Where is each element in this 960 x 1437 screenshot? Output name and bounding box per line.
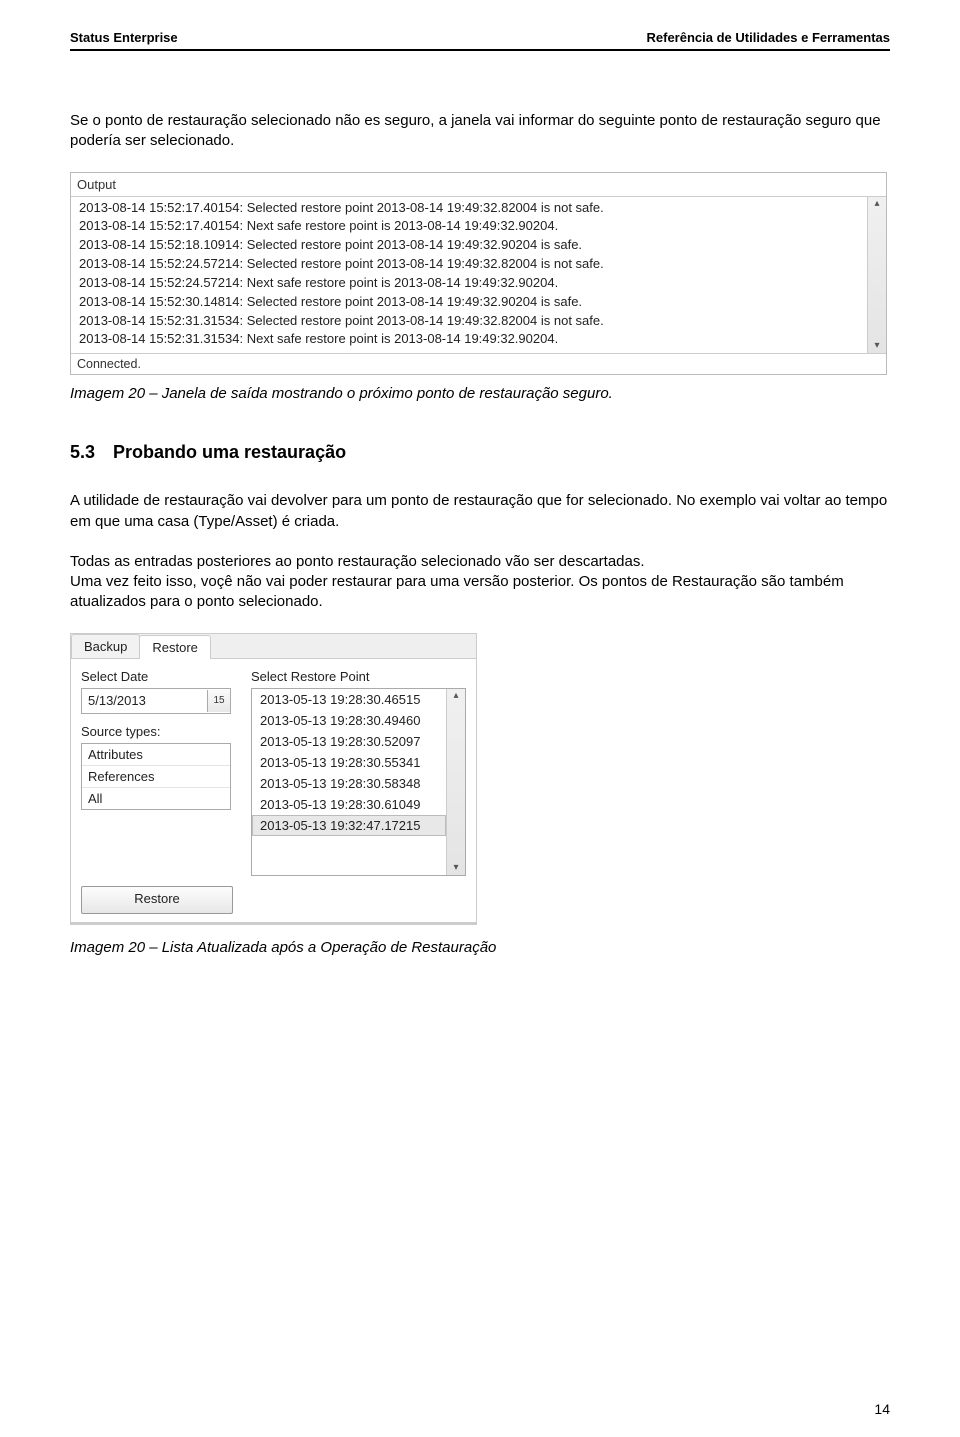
date-value: 5/13/2013 [82,693,207,708]
tab-bar: Backup Restore [71,634,476,659]
restore-point-item[interactable]: 2013-05-13 19:28:30.55341 [252,752,446,773]
output-scrollbar[interactable]: ▴ ▾ [867,197,886,354]
output-panel-title: Output [71,173,886,196]
select-date-label: Select Date [81,669,231,684]
header-right: Referência de Utilidades e Ferramentas [647,30,891,45]
restore-point-item[interactable]: 2013-05-13 19:28:30.61049 [252,794,446,815]
output-log-lines: 2013-08-14 15:52:17.40154: Selected rest… [71,197,886,354]
page-header: Status Enterprise Referência de Utilidad… [70,30,890,51]
chevron-up-icon: ▴ [453,689,458,703]
output-panel-screenshot: Output 2013-08-14 15:52:17.40154: Select… [70,172,887,376]
output-line: 2013-08-14 15:52:31.31534: Selected rest… [79,312,878,331]
panel-divider [71,922,476,924]
restore-points-listbox[interactable]: 2013-05-13 19:28:30.46515 2013-05-13 19:… [252,689,446,875]
paragraph-3: Todas as entradas posteriores ao ponto r… [70,552,890,613]
restore-point-item-selected[interactable]: 2013-05-13 19:32:47.17215 [252,815,446,836]
restore-button[interactable]: Restore [81,886,233,914]
source-option-references[interactable]: References [82,766,230,788]
header-left: Status Enterprise [70,30,178,45]
section-number: 5.3 [70,442,108,463]
source-option-all[interactable]: All [82,788,230,809]
page-number: 14 [874,1401,890,1417]
source-option-attributes[interactable]: Attributes [82,744,230,766]
restore-panel-screenshot: Backup Restore Select Date 5/13/2013 15 … [70,633,477,925]
section-heading: 5.3 Probando uma restauração [70,442,890,463]
select-restore-point-label: Select Restore Point [251,669,466,684]
source-types-label: Source types: [81,724,231,739]
tab-restore[interactable]: Restore [139,635,211,659]
paragraph-intro: Se o ponto de restauração selecionado nã… [70,111,890,152]
tab-backup[interactable]: Backup [71,634,140,658]
paragraph-3-line1: Todas as entradas posteriores ao ponto r… [70,553,645,570]
date-picker[interactable]: 5/13/2013 15 [81,688,231,714]
output-line: 2013-08-14 15:52:30.14814: Selected rest… [79,293,878,312]
paragraph-2: A utilidade de restauração vai devolver … [70,491,890,532]
output-line: 2013-08-14 15:52:24.57214: Selected rest… [79,255,878,274]
restore-point-item[interactable]: 2013-05-13 19:28:30.49460 [252,710,446,731]
restore-points-scrollbar[interactable]: ▴ ▾ [446,689,465,875]
chevron-down-icon: ▾ [874,339,879,353]
section-title: Probando uma restauração [113,442,346,462]
output-line: 2013-08-14 15:52:17.40154: Selected rest… [79,199,878,218]
output-status-bar: Connected. [71,353,886,374]
calendar-icon[interactable]: 15 [207,690,230,712]
restore-point-item[interactable]: 2013-05-13 19:28:30.58348 [252,773,446,794]
restore-point-item[interactable]: 2013-05-13 19:28:30.46515 [252,689,446,710]
figure-caption-1: Imagem 20 – Janela de saída mostrando o … [70,385,890,402]
output-line: 2013-08-14 15:52:31.31534: Next safe res… [79,330,878,349]
figure-caption-2: Imagem 20 – Lista Atualizada após a Oper… [70,939,890,956]
source-types-listbox[interactable]: Attributes References All [81,743,231,810]
output-line: 2013-08-14 15:52:17.40154: Next safe res… [79,217,878,236]
output-line: 2013-08-14 15:52:24.57214: Next safe res… [79,274,878,293]
chevron-down-icon: ▾ [453,861,458,875]
chevron-up-icon: ▴ [874,197,879,211]
output-line: 2013-08-14 15:52:18.10914: Selected rest… [79,236,878,255]
restore-point-item[interactable]: 2013-05-13 19:28:30.52097 [252,731,446,752]
paragraph-3-line2: Uma vez feito isso, voçê não vai poder r… [70,573,844,610]
